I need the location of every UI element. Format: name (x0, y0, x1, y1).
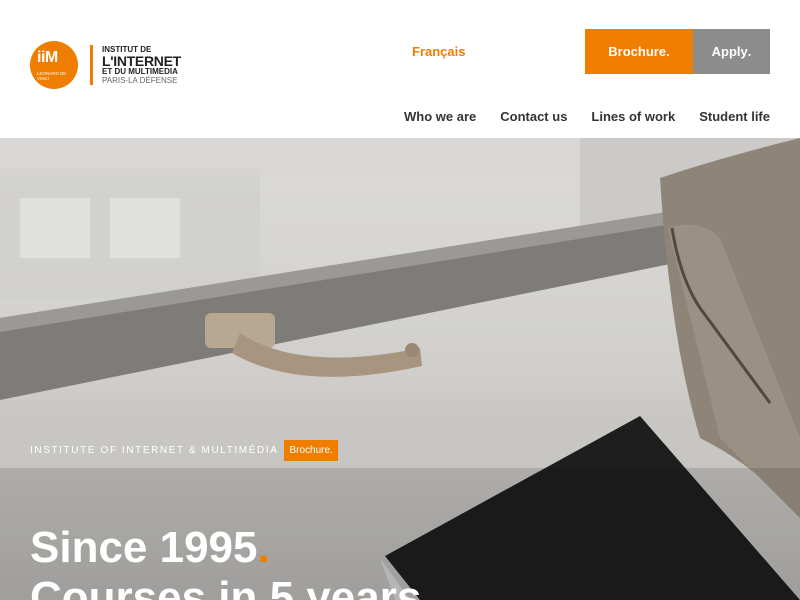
apply-dot: . (747, 44, 752, 59)
apply-button-label: Apply (711, 44, 748, 59)
nav-item-who-we-are[interactable]: Who we are (404, 109, 476, 124)
hero-headline-line-2: Courses in 5 years (30, 573, 422, 600)
hero-banner: INSTITUTE OF INTERNET & MULTIMÉDIA Broch… (0, 138, 800, 600)
nav-item-lines-of-work[interactable]: Lines of work (591, 109, 675, 124)
apply-button[interactable]: Apply. (693, 29, 770, 74)
hero-headline-dot: . (257, 523, 270, 572)
hero-headline-line-1-text: Since 1995 (30, 523, 258, 572)
main-nav: Who we are Contact us Lines of work Stud… (404, 109, 770, 124)
logo-mark-subtext: LEONARD DE VINCI (37, 71, 67, 81)
hero-headline: Since 1995. Courses in 5 years (30, 523, 421, 600)
hero-headline-line-1: Since 1995. (30, 523, 270, 572)
logo-mark-text: iiM (37, 49, 58, 66)
language-switch-link[interactable]: Français (412, 44, 465, 59)
site-logo[interactable]: iiM LEONARD DE VINCI INSTITUT DE L'INTER… (30, 41, 181, 89)
brochure-button[interactable]: Brochure. (585, 29, 693, 74)
site-header: iiM LEONARD DE VINCI INSTITUT DE L'INTER… (0, 0, 800, 138)
nav-item-student-life[interactable]: Student life (699, 109, 770, 124)
logo-line-3: ET DU MULTIMEDIA (102, 66, 178, 76)
logo-wordmark: INSTITUT DE L'INTERNET ET DU MULTIMEDIA … (102, 45, 181, 85)
logo-line-4: PARIS-LA DÉFENSE (102, 75, 178, 85)
hero-tagline-text: INSTITUTE OF INTERNET & MULTIMÉDIA (30, 445, 279, 456)
brochure-dot: . (666, 44, 670, 59)
hero-tagline: INSTITUTE OF INTERNET & MULTIMÉDIA Broch… (30, 440, 338, 461)
logo-divider (90, 45, 93, 85)
brochure-button-label: Brochure (608, 44, 667, 59)
logo-line-2: L'INTERNET (102, 52, 181, 69)
nav-item-contact-us[interactable]: Contact us (500, 109, 567, 124)
logo-mark: iiM LEONARD DE VINCI (30, 41, 78, 89)
hero-brochure-badge[interactable]: Brochure. (284, 440, 338, 461)
